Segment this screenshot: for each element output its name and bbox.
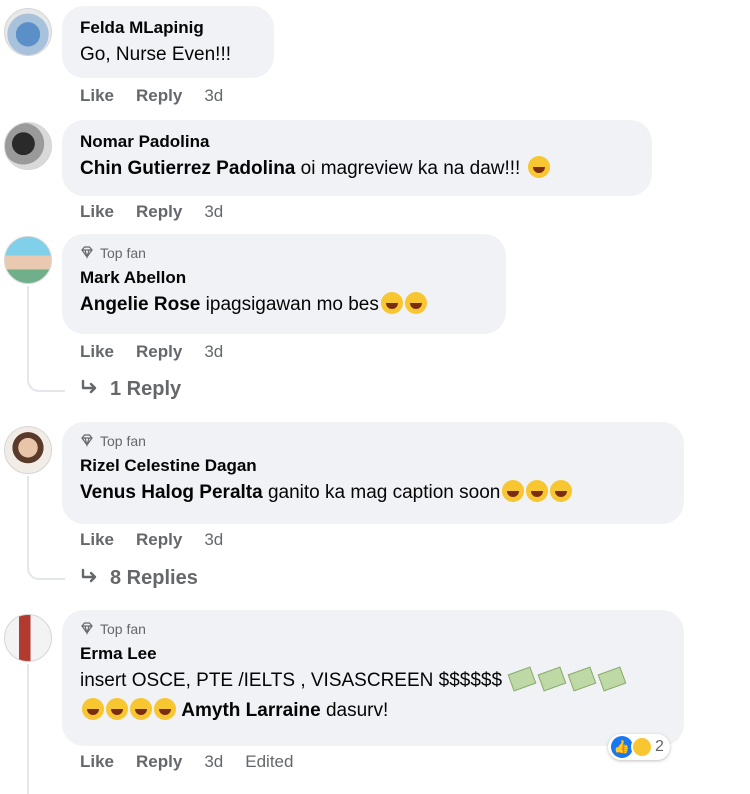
reply-arrow-icon — [80, 567, 100, 590]
avatar[interactable] — [4, 236, 52, 284]
avatar[interactable] — [4, 8, 52, 56]
comment-text: Venus Halog Peralta ganito ka mag captio… — [80, 478, 666, 508]
diamond-icon — [80, 433, 94, 450]
haha-emoji-icon — [631, 736, 653, 758]
reply-button[interactable]: Reply — [136, 202, 182, 222]
avatar[interactable] — [4, 426, 52, 474]
comment-text: Angelie Rose ipagsigawan mo bes — [80, 290, 488, 320]
comment-bubble: Top fan Rizel Celestine Dagan Venus Halo… — [62, 422, 684, 524]
comment-actions: Like Reply 3d — [80, 530, 223, 550]
money-wings-emoji-icon — [507, 666, 537, 692]
replies-count[interactable]: 1 Reply — [110, 378, 181, 401]
comment-body: insert OSCE, PTE /IELTS , VISASCREEN $$$… — [80, 670, 503, 691]
comment-body: ipagsigawan mo bes — [205, 294, 379, 315]
mention-link[interactable]: Chin Gutierrez Padolina — [80, 158, 295, 179]
top-fan-label: Top fan — [100, 621, 146, 637]
money-wings-emoji-icon — [567, 666, 597, 692]
timestamp[interactable]: 3d — [204, 86, 223, 106]
comment-actions: Like Reply 3d — [80, 202, 223, 222]
timestamp[interactable]: 3d — [204, 530, 223, 550]
comment-body: oi magreview ka na daw!!! — [300, 158, 521, 179]
money-wings-emoji-icon — [537, 666, 567, 692]
comment-actions: Like Reply 3d — [80, 86, 223, 106]
laughing-emoji-icon — [130, 698, 152, 720]
thread-line — [27, 476, 65, 580]
like-button[interactable]: Like — [80, 342, 114, 362]
reaction-count: 2 — [655, 738, 664, 755]
laughing-emoji-icon — [82, 698, 104, 720]
top-fan-label: Top fan — [100, 433, 146, 449]
view-replies-link[interactable]: 1 Reply — [80, 378, 181, 401]
sweat-smile-emoji-icon — [404, 292, 427, 314]
comment-author[interactable]: Erma Lee — [80, 642, 666, 666]
like-button[interactable]: Like — [80, 752, 114, 772]
reaction-summary[interactable]: 👍 2 — [608, 734, 670, 760]
comment-text: Chin Gutierrez Padolina oi magreview ka … — [80, 154, 634, 184]
comment-author[interactable]: Rizel Celestine Dagan — [80, 454, 666, 478]
timestamp[interactable]: 3d — [204, 342, 223, 362]
diamond-icon — [80, 621, 94, 638]
comment-bubble: Nomar Padolina Chin Gutierrez Padolina o… — [62, 120, 652, 196]
laughing-emoji-icon — [106, 698, 128, 720]
mention-link[interactable]: Venus Halog Peralta — [80, 482, 263, 503]
reply-button[interactable]: Reply — [136, 86, 182, 106]
replies-count[interactable]: 8 Replies — [110, 567, 198, 590]
laughing-emoji-icon — [502, 480, 525, 502]
comment-author[interactable]: Mark Abellon — [80, 266, 488, 290]
laughing-emoji-icon — [380, 292, 403, 314]
like-button[interactable]: Like — [80, 530, 114, 550]
comment-bubble: Felda MLapinig Go, Nurse Even!!! — [62, 6, 274, 78]
reply-arrow-icon — [80, 378, 100, 401]
comment-text: Go, Nurse Even!!! — [80, 44, 232, 65]
timestamp[interactable]: 3d — [204, 752, 223, 772]
reply-button[interactable]: Reply — [136, 342, 182, 362]
comment-bubble: Top fan Erma Lee insert OSCE, PTE /IELTS… — [62, 610, 684, 746]
like-button[interactable]: Like — [80, 86, 114, 106]
avatar[interactable] — [4, 614, 52, 662]
thread-line — [27, 664, 65, 794]
laughing-emoji-icon — [154, 698, 176, 720]
comment-actions: Like Reply 3d Edited — [80, 752, 293, 772]
diamond-icon — [80, 245, 94, 262]
comment-author[interactable]: Felda MLapinig — [80, 16, 256, 40]
like-button[interactable]: Like — [80, 202, 114, 222]
edited-label: Edited — [245, 752, 294, 771]
comment-body: ganito ka mag caption soon — [267, 482, 501, 503]
comment-text-line1: insert OSCE, PTE /IELTS , VISASCREEN $$$… — [80, 666, 666, 696]
laughing-emoji-icon — [550, 480, 573, 502]
laughing-emoji-icon — [526, 480, 549, 502]
comment-body: dasurv! — [325, 700, 389, 721]
top-fan-badge: Top fan — [80, 244, 488, 262]
rofl-emoji-icon — [527, 156, 550, 178]
top-fan-badge: Top fan — [80, 620, 666, 638]
avatar[interactable] — [4, 122, 52, 170]
reply-button[interactable]: Reply — [136, 530, 182, 550]
money-wings-emoji-icon — [597, 666, 627, 692]
timestamp[interactable]: 3d — [204, 202, 223, 222]
top-fan-label: Top fan — [100, 245, 146, 261]
mention-link[interactable]: Angelie Rose — [80, 294, 200, 315]
view-replies-link[interactable]: 8 Replies — [80, 567, 198, 590]
top-fan-badge: Top fan — [80, 432, 666, 450]
reply-button[interactable]: Reply — [136, 752, 182, 772]
comment-actions: Like Reply 3d — [80, 342, 223, 362]
comment-text-line2: Amyth Larraine dasurv! — [80, 696, 666, 726]
thread-line — [27, 286, 65, 392]
comment-bubble: Top fan Mark Abellon Angelie Rose ipagsi… — [62, 234, 506, 334]
thumbs-up-icon: 👍 — [611, 736, 633, 758]
comment-author[interactable]: Nomar Padolina — [80, 130, 634, 154]
mention-link[interactable]: Amyth Larraine — [181, 700, 320, 721]
